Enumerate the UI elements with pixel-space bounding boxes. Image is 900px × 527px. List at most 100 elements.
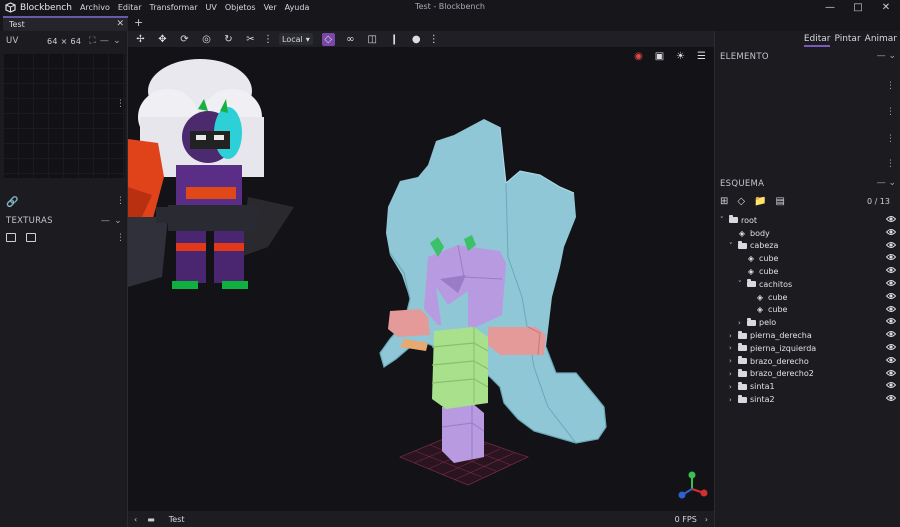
link-toggle-icon[interactable]: ∞	[344, 33, 357, 46]
eye-icon[interactable]	[885, 279, 897, 289]
outliner-row-brazo-derecho2[interactable]: › brazo_derecho2	[715, 368, 900, 381]
rotate-tool-icon[interactable]: ⟳	[178, 33, 191, 46]
chevron-down-icon[interactable]: ⌄	[114, 216, 122, 226]
link-icon[interactable]: 🔗	[6, 197, 18, 208]
pivot-tool-icon[interactable]: ◎	[200, 33, 213, 46]
outliner-row-cube[interactable]: ◈ cube	[715, 304, 900, 317]
collapse-all-icon[interactable]: ▤	[776, 196, 785, 207]
bar-icon[interactable]: ❙	[388, 33, 401, 46]
chevron-right-icon[interactable]: ›	[729, 344, 737, 352]
gem-toggle-icon[interactable]: ◇	[321, 32, 335, 46]
chevron-down-icon[interactable]: ⌄	[113, 36, 121, 46]
element-more-icon[interactable]: ⋮	[886, 134, 895, 144]
tab-test[interactable]: Test ✕	[3, 16, 128, 31]
eye-icon[interactable]	[885, 228, 897, 238]
eye-icon[interactable]	[885, 253, 897, 263]
chevron-right-icon[interactable]: ›	[705, 515, 708, 524]
app-name: Blockbench	[20, 2, 72, 13]
chevron-down-icon[interactable]: ˅	[720, 216, 728, 224]
menu-uv[interactable]: UV	[206, 3, 217, 12]
outliner-row-body[interactable]: ◈ body	[715, 227, 900, 240]
add-tab-icon[interactable]: +	[134, 16, 143, 29]
vertex-snap-icon[interactable]: ↻	[222, 33, 235, 46]
eye-icon[interactable]	[885, 317, 897, 327]
axis-gizmo-icon[interactable]	[678, 471, 708, 499]
cut-tool-icon[interactable]: ✂	[244, 33, 257, 46]
transform-space-select[interactable]: Local ▾	[279, 33, 313, 45]
chevron-down-icon[interactable]: ˅	[729, 242, 737, 250]
minimize-textures-icon[interactable]: —	[101, 216, 110, 226]
fullscreen-icon[interactable]: ⛶	[89, 36, 96, 46]
outliner-row-cube[interactable]: ◈ cube	[715, 291, 900, 304]
minimize-icon[interactable]: —	[816, 0, 844, 15]
outliner-row-cube[interactable]: ◈ cube	[715, 265, 900, 278]
element-panel-collapse-icon[interactable]: — ⌄	[877, 51, 896, 61]
eye-icon[interactable]	[885, 305, 897, 315]
chevron-left-icon[interactable]: ‹	[134, 515, 137, 524]
add-mesh-icon[interactable]: ◇	[737, 196, 745, 207]
create-texture-icon[interactable]	[26, 233, 36, 242]
outliner-row-brazo-derecho[interactable]: › brazo_derecho	[715, 355, 900, 368]
menu-objetos[interactable]: Objetos	[225, 3, 256, 12]
maximize-icon[interactable]: □	[844, 0, 872, 15]
outliner-row-sinta2[interactable]: › sinta2	[715, 393, 900, 406]
outliner-row-pelo[interactable]: › pelo	[715, 316, 900, 329]
resize-tool-icon[interactable]: ✥	[156, 33, 169, 46]
3d-scene[interactable]	[128, 47, 714, 511]
eye-icon[interactable]	[885, 215, 897, 225]
menu-editar[interactable]: Editar	[118, 3, 142, 12]
outliner-panel-collapse-icon[interactable]: — ⌄	[877, 178, 896, 188]
element-more-icon[interactable]: ⋮	[886, 159, 895, 169]
eye-icon[interactable]	[885, 266, 897, 276]
add-cube-icon[interactable]: ⊞	[720, 196, 728, 207]
menu-transformar[interactable]: Transformar	[150, 3, 198, 12]
chevron-right-icon[interactable]: ›	[738, 319, 746, 327]
chevron-right-icon[interactable]: ›	[729, 370, 737, 378]
uv-more-icon[interactable]: ⋮	[116, 196, 125, 206]
chevron-down-icon[interactable]: ˅	[738, 280, 746, 288]
chevron-right-icon[interactable]: ›	[729, 357, 737, 365]
outliner-row-cube[interactable]: ◈ cube	[715, 252, 900, 265]
eye-icon[interactable]	[885, 330, 897, 340]
outliner-label: brazo_derecho2	[750, 369, 814, 379]
close-tab-icon[interactable]: ✕	[116, 19, 124, 29]
menu-ayuda[interactable]: Ayuda	[285, 3, 310, 12]
uv-options-icon[interactable]: ⋮	[116, 99, 125, 109]
element-more-icon[interactable]: ⋮	[886, 107, 895, 117]
outliner-row-pierna-derecha[interactable]: › pierna_derecha	[715, 329, 900, 342]
eye-icon[interactable]	[885, 381, 897, 391]
outliner-row-cabeza[interactable]: ˅ cabeza	[715, 240, 900, 253]
mode-tab-paint[interactable]: Pintar	[834, 34, 860, 47]
add-group-icon[interactable]: 📁	[754, 196, 766, 207]
eye-icon[interactable]	[885, 356, 897, 366]
eye-icon[interactable]	[885, 343, 897, 353]
eye-icon[interactable]	[885, 292, 897, 302]
eye-icon[interactable]	[885, 369, 897, 379]
viewport[interactable]: ✢ ✥ ⟳ ◎ ↻ ✂ ⋮ Local ▾ ◇ ∞ ◫ ❙ ● ⋮ ◉ ▣ ☀ …	[128, 31, 714, 527]
element-panel-title: ELEMENTO	[720, 52, 769, 62]
more-icon[interactable]: ⋮	[429, 33, 439, 46]
outliner-row-root[interactable]: ˅ root	[715, 214, 900, 227]
move-tool-icon[interactable]: ✢	[134, 33, 147, 46]
mode-tab-edit[interactable]: Editar	[803, 34, 831, 47]
chevron-right-icon[interactable]: ›	[729, 383, 737, 391]
uv-editor-canvas[interactable]	[3, 53, 125, 178]
minimize-panel-icon[interactable]: —	[100, 36, 109, 46]
mode-tab-animate[interactable]: Animar	[865, 34, 897, 47]
chevron-right-icon[interactable]: ›	[729, 396, 737, 404]
import-texture-icon[interactable]	[6, 233, 16, 242]
textures-more-icon[interactable]: ⋮	[116, 233, 125, 243]
uv-size[interactable]: 64 × 64	[47, 37, 81, 46]
menu-ver[interactable]: Ver	[264, 3, 277, 12]
outliner-row-sinta1[interactable]: › sinta1	[715, 380, 900, 393]
element-more-icon[interactable]: ⋮	[886, 81, 895, 91]
menu-archivo[interactable]: Archivo	[80, 3, 110, 12]
outliner-row-cachitos[interactable]: ˅ cachitos	[715, 278, 900, 291]
eye-icon[interactable]	[885, 394, 897, 404]
eye-icon[interactable]	[885, 241, 897, 251]
outliner-row-pierna-izquierda[interactable]: › pierna_izquierda	[715, 342, 900, 355]
chevron-right-icon[interactable]: ›	[729, 332, 737, 340]
mirror-icon[interactable]: ◫	[366, 33, 379, 46]
close-window-icon[interactable]: ✕	[872, 0, 900, 15]
dot-icon[interactable]: ●	[410, 33, 423, 46]
